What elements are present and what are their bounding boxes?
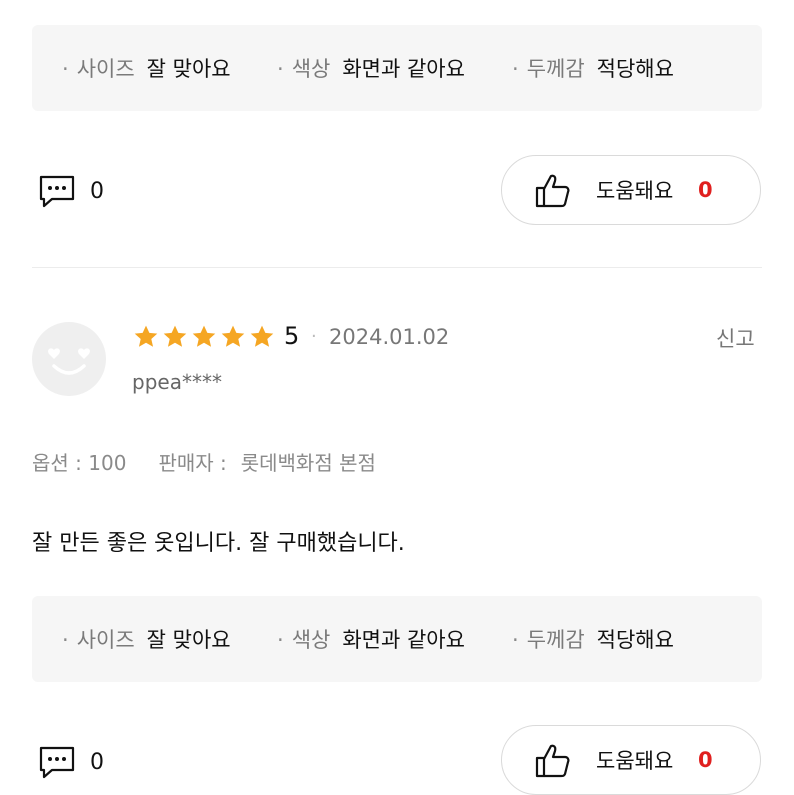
review-date: 2024.01.02 [329, 325, 450, 349]
helpful-count: 0 [698, 178, 713, 202]
comment-count: 0 [90, 178, 104, 204]
comment-button[interactable]: 0 [38, 171, 104, 211]
attribute-value: 적당해요 [596, 57, 674, 81]
review-divider [32, 267, 762, 268]
attribute-label: 색상 [277, 53, 331, 83]
rating-value: 5 [284, 322, 300, 350]
purchase-info: 옵션 : 100 판매자 : 롯데백화점 본점 [32, 447, 376, 476]
helpful-count: 0 [698, 748, 713, 772]
helpful-label: 도움돼요 [596, 179, 674, 203]
attribute-value: 화면과 같아요 [342, 628, 465, 652]
review-text: 잘 만든 좋은 옷입니다. 잘 구매했습니다. [32, 531, 405, 556]
attribute-color: 색상 화면과 같아요 [277, 596, 465, 682]
review-attributes-box: 사이즈 잘 맞아요 색상 화면과 같아요 두께감 적당해요 [32, 25, 762, 111]
comment-icon [39, 746, 75, 779]
helpful-label: 도움돼요 [596, 749, 674, 773]
attribute-value: 잘 맞아요 [146, 57, 231, 81]
star-icon [250, 325, 274, 347]
report-link[interactable]: 신고 [716, 323, 755, 353]
separator-dot: · [311, 326, 317, 347]
attribute-value: 적당해요 [596, 628, 674, 652]
attribute-thickness: 두께감 적당해요 [512, 25, 674, 111]
attribute-label: 색상 [277, 624, 331, 654]
attribute-color: 색상 화면과 같아요 [277, 25, 465, 111]
attribute-thickness: 두께감 적당해요 [512, 596, 674, 682]
attribute-size: 사이즈 잘 맞아요 [62, 596, 231, 682]
comment-icon [39, 175, 75, 208]
comment-count: 0 [90, 749, 104, 775]
star-icon [134, 325, 158, 347]
option-label: 옵션 : 100 [32, 451, 127, 475]
helpful-button[interactable]: 도움돼요 0 [501, 725, 761, 795]
star-rating [132, 324, 277, 350]
review-attributes-box: 사이즈 잘 맞아요 색상 화면과 같아요 두께감 적당해요 [32, 596, 762, 682]
seller-label: 판매자 : [158, 451, 227, 475]
comment-button[interactable]: 0 [38, 742, 104, 782]
attribute-label: 두께감 [512, 624, 585, 654]
helpful-button[interactable]: 도움돼요 0 [501, 155, 761, 225]
thumbs-up-icon [535, 174, 570, 208]
star-icon [221, 325, 245, 347]
seller-name: 롯데백화점 본점 [240, 451, 376, 475]
avatar [32, 322, 106, 396]
star-icon [163, 325, 187, 347]
attribute-label: 두께감 [512, 53, 585, 83]
attribute-label: 사이즈 [62, 624, 135, 654]
attribute-size: 사이즈 잘 맞아요 [62, 25, 231, 111]
attribute-label: 사이즈 [62, 53, 135, 83]
reviewer-username: ppea**** [132, 370, 222, 394]
star-icon [192, 325, 216, 347]
attribute-value: 잘 맞아요 [146, 628, 231, 652]
smiley-avatar-icon [48, 348, 90, 375]
attribute-value: 화면과 같아요 [342, 57, 465, 81]
thumbs-up-icon [535, 744, 570, 778]
